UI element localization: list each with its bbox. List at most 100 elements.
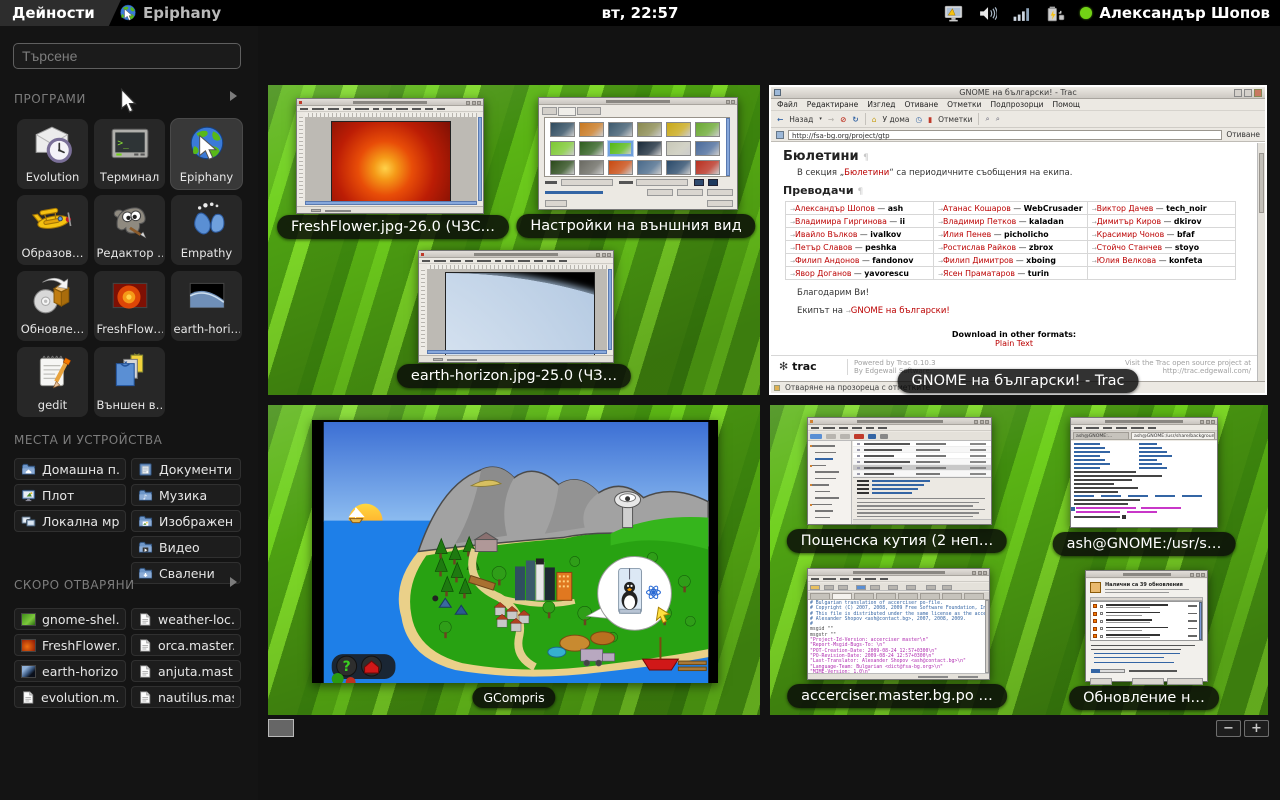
- window-gimp-freshflower[interactable]: [296, 98, 484, 214]
- window-software-update[interactable]: Налични са 39 обновления: [1085, 570, 1208, 682]
- window-gimp-earth[interactable]: [418, 250, 614, 363]
- list-item-orca-master-[interactable]: orca.master.…: [131, 634, 241, 656]
- workspace-2[interactable]: GNOME на български! - Trac ФайлРедактира…: [769, 85, 1267, 395]
- signal-icon[interactable]: [1012, 4, 1031, 23]
- add-workspace-button[interactable]: +: [1244, 720, 1269, 737]
- gedit-tab[interactable]: [898, 593, 918, 599]
- gimp-icon: [109, 199, 151, 241]
- app-tile-label: Външен в…: [97, 398, 163, 412]
- terminal-icon: >_: [109, 123, 151, 165]
- volume-icon[interactable]: [978, 4, 997, 23]
- gedit-tab[interactable]: [810, 593, 830, 599]
- list-item-gnome-shel-[interactable]: gnome-shel…: [14, 608, 126, 630]
- workspace-4[interactable]: Пощенска кутия (2 неп… ash@GNOME:… ash@G…: [770, 405, 1268, 715]
- list-item-anjuta-mast-[interactable]: anjuta.mast…: [131, 660, 241, 682]
- wallpaper-thumbnail[interactable]: [608, 141, 633, 156]
- wallpaper-thumbnail[interactable]: [550, 122, 575, 137]
- wallpaper-thumbnail[interactable]: [550, 141, 575, 156]
- code-line: # Copyright (C) 2007, 2008, 2009 Free So…: [810, 606, 983, 611]
- wallpaper-thumbnail[interactable]: [695, 160, 720, 175]
- app-tile-evolution[interactable]: Evolution: [17, 119, 88, 189]
- terminal-tab-active[interactable]: ash@GNOME:/usr/share/backgrounds/im…: [1131, 432, 1215, 439]
- url-input: http://fsa-bg.org/project/gtp: [788, 130, 1222, 140]
- list-item-домашна-п-[interactable]: Домашна п…: [14, 458, 126, 480]
- terminal-tab[interactable]: ash@GNOME:…: [1073, 432, 1129, 439]
- app-tile-обновле-[interactable]: Обновле…: [17, 271, 88, 341]
- search-input[interactable]: [13, 43, 241, 69]
- gedit-tab[interactable]: [920, 593, 940, 599]
- workspace-view-toggle[interactable]: [268, 719, 294, 737]
- wallpaper-thumbnail[interactable]: [579, 160, 604, 175]
- wallpaper-thumbnail[interactable]: [695, 122, 720, 137]
- gedit-tab[interactable]: [942, 593, 962, 599]
- list-item-evolution-m-[interactable]: evolution.m…: [14, 686, 126, 708]
- wallpaper-thumbnail[interactable]: [637, 141, 662, 156]
- app-tile-earth-hori-[interactable]: earth-hori…: [171, 271, 242, 341]
- list-item-документи[interactable]: Документи: [131, 458, 241, 480]
- gedit-tab[interactable]: [854, 593, 874, 599]
- remove-workspace-button[interactable]: −: [1216, 720, 1241, 737]
- battery-icon[interactable]: [1046, 4, 1065, 23]
- window-evolution[interactable]: [807, 417, 992, 525]
- list-item-свалени[interactable]: Свалени: [131, 562, 241, 584]
- wallpaper-thumbnail[interactable]: [666, 141, 691, 156]
- gedit-tab[interactable]: [876, 593, 896, 599]
- list-item-музика[interactable]: ♪Музика: [131, 484, 241, 506]
- earth-thumbnail-icon: [186, 275, 228, 317]
- list-item-nautilus-mas-[interactable]: nautilus.mas…: [131, 686, 241, 708]
- list-item-weather-loc-[interactable]: weather-loc…: [131, 608, 241, 630]
- gedit-tab[interactable]: [964, 593, 984, 599]
- wallpaper-thumbnail[interactable]: [637, 160, 662, 175]
- app-tile-empathy[interactable]: Empathy: [171, 195, 242, 265]
- app-tile-gedit[interactable]: gedit: [17, 347, 88, 417]
- wallpaper-thumbnail[interactable]: [579, 122, 604, 137]
- window-epiphany-trac[interactable]: GNOME на български! - Trac ФайлРедактира…: [769, 85, 1267, 395]
- image-red-thumb: [21, 639, 36, 652]
- scrollbar[interactable]: [1257, 143, 1265, 381]
- list-item-freshflower-[interactable]: FreshFlower…: [14, 634, 126, 656]
- table-row: →Явор Доганов — yavorescu→Ясен Праматаро…: [786, 267, 1236, 280]
- app-menu-button[interactable]: Epiphany: [118, 0, 221, 26]
- display-icon[interactable]: [944, 4, 963, 23]
- window-gedit[interactable]: # Bulgarian translation of accerciser po…: [807, 568, 990, 680]
- gedit-tab[interactable]: [832, 593, 852, 599]
- appearance-icon: [109, 351, 151, 393]
- url-bar[interactable]: http://fsa-bg.org/project/gtp Отиване: [771, 128, 1265, 142]
- wallpaper-thumbnail[interactable]: [666, 160, 691, 175]
- list-item-локална-мр-[interactable]: Локална мр…: [14, 510, 126, 532]
- software-update-icon: [1090, 582, 1101, 593]
- workspace-3[interactable]: ? GCompris: [268, 405, 760, 715]
- list-item-видео[interactable]: Видео: [131, 536, 241, 558]
- wallpaper-thumbnail[interactable]: [666, 122, 691, 137]
- app-tile-label: earth-hori…: [174, 322, 240, 336]
- window-appearance-settings[interactable]: [538, 97, 738, 210]
- activities-button[interactable]: Дейности: [0, 0, 121, 26]
- wallpaper-thumbnail[interactable]: [550, 160, 575, 175]
- recent-expand-icon[interactable]: [230, 577, 237, 587]
- app-tile-epiphany[interactable]: Epiphany: [171, 119, 242, 189]
- window-label: FreshFlower.jpg-26.0 (ЧЗС…: [277, 215, 509, 239]
- list-item-earth-horizo-[interactable]: earth-horizo…: [14, 660, 126, 682]
- app-tile-външен-в-[interactable]: Външен в…: [94, 347, 165, 417]
- app-tile-label: Терминал: [100, 170, 159, 184]
- clock[interactable]: вт, 22:57: [602, 0, 679, 26]
- wallpaper-thumbnail[interactable]: [608, 160, 633, 175]
- list-item-плот[interactable]: Плот: [14, 484, 126, 506]
- app-tile-freshflow-[interactable]: FreshFlow…: [94, 271, 165, 341]
- app-tile-образов-[interactable]: Образов…: [17, 195, 88, 265]
- wallpaper-thumbnail[interactable]: [695, 141, 720, 156]
- help-button: [1090, 678, 1112, 685]
- wallpaper-thumbnail[interactable]: [579, 141, 604, 156]
- window-gcompris[interactable]: ?: [312, 420, 718, 683]
- wallpaper-thumbnail[interactable]: [637, 122, 662, 137]
- app-tile-терминал[interactable]: >_ Терминал: [94, 119, 165, 189]
- workspace-1[interactable]: FreshFlower.jpg-26.0 (ЧЗС… Настройки на …: [268, 85, 760, 395]
- list-item-изображен-[interactable]: Изображен…: [131, 510, 241, 532]
- app-tile-редактор-[interactable]: Редактор …: [94, 195, 165, 265]
- code-line: "Last-Translator: Alexander Shopov <ash@…: [810, 659, 983, 664]
- window-terminal[interactable]: ash@GNOME:… ash@GNOME:/usr/share/backgro…: [1070, 417, 1218, 528]
- wallpaper-grid: [544, 117, 730, 177]
- user-menu[interactable]: Александър Шопов: [1099, 4, 1270, 22]
- wallpaper-thumbnail[interactable]: [608, 122, 633, 137]
- programs-expand-icon[interactable]: [230, 91, 237, 101]
